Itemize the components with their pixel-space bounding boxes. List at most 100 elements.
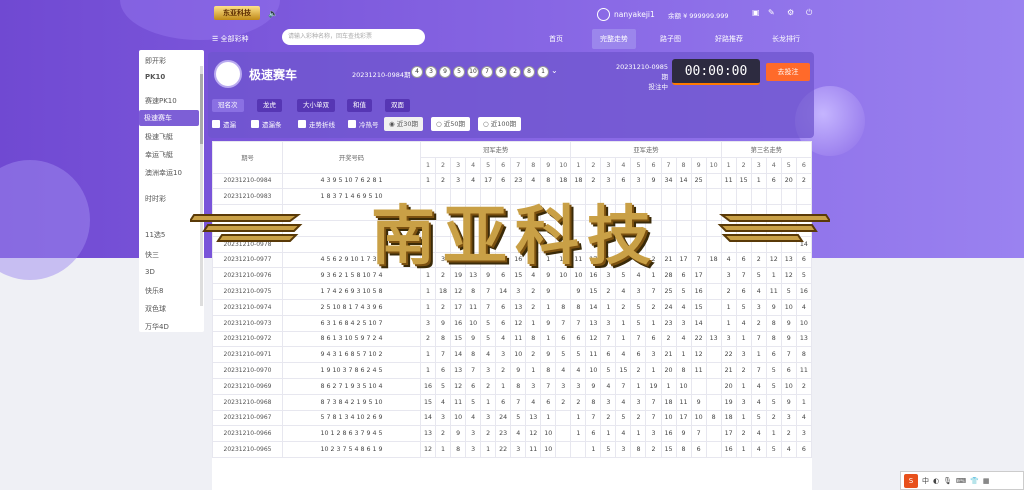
trend-cell: 13 — [510, 298, 527, 316]
trend-cell: 1 — [630, 377, 647, 395]
range-30-button[interactable]: ◉ 近30期 — [384, 117, 424, 131]
draw-cell: 10 2 3 7 5 4 8 6 1 9 — [282, 441, 421, 458]
trend-cell: 10 — [510, 346, 527, 364]
sidebar-item-kl8[interactable]: 快乐8 — [145, 286, 163, 296]
trend-cell: 7 — [540, 377, 557, 395]
range-100-button[interactable]: ○ 近100期 — [478, 117, 522, 131]
site-logo[interactable]: 东亚科技 — [214, 6, 260, 20]
draw-cell: 8 6 2 7 1 9 3 5 10 4 — [282, 377, 421, 395]
wallet-icon[interactable]: ▣ — [752, 8, 760, 17]
nav-road-chart[interactable]: 路子图 — [660, 34, 681, 44]
trend-cell: 15 — [690, 298, 707, 316]
sidebar-item-ssq[interactable]: 双色球 — [145, 304, 166, 314]
trend-cell: 14 — [450, 346, 467, 364]
option-miss-bar[interactable]: 遗漏条 — [251, 119, 282, 129]
nav-recommend[interactable]: 好路推荐 — [715, 34, 743, 44]
number-header: 4 — [465, 156, 482, 174]
power-icon[interactable]: ⏻ — [806, 8, 812, 18]
trend-cell: 4 — [615, 393, 632, 411]
trend-cell: 5 — [675, 283, 692, 300]
nav-full-trend[interactable]: 完整走势 — [592, 29, 636, 49]
trend-cell: 1 — [525, 362, 542, 379]
number-header: 2 — [435, 156, 452, 174]
all-games-menu[interactable]: ☰ 全部彩种 — [212, 34, 249, 44]
trend-cell: 3 — [630, 283, 647, 300]
trend-cell: 11 — [525, 441, 542, 458]
tab-two-sides[interactable]: 双面 — [385, 99, 410, 112]
trend-cell: 3 — [600, 393, 617, 411]
number-header: 9 — [540, 156, 557, 174]
trend-cell: 8 — [555, 298, 572, 316]
trend-cell: 15 — [419, 393, 437, 411]
trend-cell: 1 — [525, 314, 542, 332]
search-input[interactable]: 请输入彩种名称，回车查找彩票 — [282, 29, 425, 45]
trend-cell: 3 — [735, 346, 752, 364]
sidebar-item-k3[interactable]: 快三 — [145, 250, 159, 260]
trend-cell: 22 — [495, 441, 512, 458]
sidebar-item-xingyun-feiting[interactable]: 幸运飞艇 — [145, 150, 173, 160]
sidebar-item-saisu-pk10[interactable]: 赛速PK10 — [145, 96, 177, 106]
trend-cell: 2 — [630, 409, 647, 427]
trend-cell — [705, 425, 722, 443]
bet-button[interactable]: 去投注 — [766, 63, 810, 81]
sidebar-item-4d[interactable]: 万华4D — [145, 322, 169, 332]
trend-cell: 21 — [720, 362, 737, 379]
trend-cell: 5 — [480, 330, 497, 348]
tab-big-small[interactable]: 大小单双 — [297, 99, 335, 112]
nav-home[interactable]: 首页 — [549, 34, 563, 44]
chevron-down-icon[interactable]: ⌄ — [551, 66, 558, 78]
draw-cell: 1 9 10 3 7 8 6 2 4 5 — [282, 362, 421, 379]
nav-ranking[interactable]: 长龙排行 — [772, 34, 800, 44]
trend-cell: 9 — [540, 283, 557, 300]
trend-cell: 1 — [419, 362, 437, 379]
trend-cell: 7 — [780, 346, 797, 364]
sidebar-item-pk10[interactable]: PK10 — [145, 73, 165, 81]
trend-cell: 4 — [495, 330, 512, 348]
top-bar: 东亚科技 🔈 nanyakeji1 余额 ¥ 999999.999 ▣ ✎ ⚙ … — [0, 0, 1024, 28]
trend-cell: 22 — [720, 346, 737, 364]
option-trend-line[interactable]: 走势折线 — [298, 119, 335, 129]
sidebar-item-jisu-saiche[interactable]: 极速赛车 — [139, 110, 199, 126]
option-hot-cold[interactable]: 冷热号 — [348, 119, 379, 129]
period-cell: 20231210-0966 — [212, 425, 283, 443]
tab-rank[interactable]: 冠名次 — [212, 99, 244, 112]
tab-dragon-tiger[interactable]: 龙虎 — [257, 99, 282, 112]
trend-cell: 4 — [750, 377, 767, 395]
number-header: 4 — [615, 156, 632, 174]
trend-cell: 3 — [480, 409, 497, 427]
trend-cell: 4 — [750, 393, 767, 411]
sidebar-item-11x5[interactable]: 11选5 — [145, 230, 165, 240]
trend-cell: 9 — [780, 314, 797, 332]
trend-cell: 1 — [419, 346, 437, 364]
period-cell: 20231210-0968 — [212, 393, 283, 411]
settings-icon[interactable]: ⚙ — [787, 8, 794, 17]
table-row: 20231210-0968 8 7 3 8 4 2 1 9 5 10 15 4 11 5 1… — [212, 393, 812, 411]
sidebar-item-aus-lucky10[interactable]: 澳洲幸运10 — [145, 168, 182, 178]
speaker-icon[interactable]: 🔈 — [268, 9, 278, 18]
ime-toolbar[interactable]: S 中 ◐ 🎙 ⌨ 👕 ▦ — [900, 471, 1024, 490]
note-icon[interactable]: ✎ — [768, 8, 775, 17]
option-miss[interactable]: 遗漏 — [212, 119, 236, 129]
sidebar-item-ssc[interactable]: 时时彩 — [145, 194, 166, 204]
trend-cell: 2 — [615, 298, 632, 316]
number-header: 1 — [419, 156, 437, 174]
number-header: 6 — [645, 156, 662, 174]
next-period: 20231210-0985期 — [616, 63, 668, 81]
range-50-button[interactable]: ○ 近50期 — [431, 117, 471, 131]
sidebar-item-3d[interactable]: 3D — [145, 268, 155, 276]
sidebar-item-jisu-feiting[interactable]: 极速飞艇 — [145, 132, 173, 142]
trend-cell: 13 — [450, 362, 467, 379]
trend-cell: 2 — [645, 441, 662, 458]
trend-cell — [705, 346, 722, 364]
sidebar-item-instant[interactable]: 即开彩 — [145, 56, 166, 66]
user-info[interactable]: nanyakeji1 — [597, 8, 655, 21]
balance-value: ¥ 999999.999 — [683, 12, 729, 20]
table-row: 20231210-0972 8 6 1 3 10 5 9 7 2 4 2 8 15 9 5 4… — [212, 330, 812, 348]
table-row: 20231210-0967 5 7 8 1 3 4 10 2 6 9 14 3 10 4 3… — [212, 409, 812, 427]
tab-sum[interactable]: 和值 — [347, 99, 372, 112]
next-period-info: 20231210-0985期 投注中 — [616, 62, 668, 92]
trend-cell: 4 — [600, 377, 617, 395]
result-ball: 8 — [523, 66, 535, 78]
number-header: 1 — [720, 156, 737, 174]
trend-cell: 1 — [630, 425, 647, 443]
